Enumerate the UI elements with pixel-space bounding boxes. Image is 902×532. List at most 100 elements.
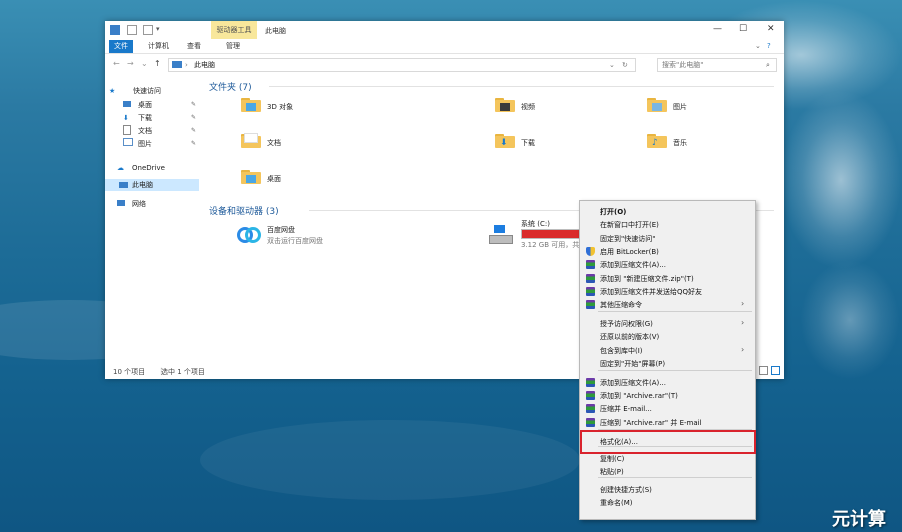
maximize-button[interactable]: ☐ xyxy=(739,24,747,34)
devices-section-header[interactable]: 设备和驱动器 (3) xyxy=(209,204,279,217)
back-icon[interactable]: ← xyxy=(113,59,120,68)
device-name-c-drive[interactable]: 系统 (C:) xyxy=(521,219,550,229)
explorer-app-icon xyxy=(110,25,120,35)
menu-item-add-to-zip[interactable]: 添加到 "新建压缩文件.zip"(T) xyxy=(580,272,755,285)
menu-item-add-to-archive[interactable]: 添加到压缩文件(A)... xyxy=(580,258,755,271)
new-folder-icon[interactable] xyxy=(143,25,153,35)
address-field[interactable]: › 此电脑 ⌄ ↻ xyxy=(168,58,636,72)
search-input[interactable]: 搜索"此电脑" ⌕ xyxy=(657,58,777,72)
winrar-icon xyxy=(586,300,595,309)
up-icon[interactable]: ↑ xyxy=(154,59,161,68)
menu-item-open[interactable]: 打开(O) xyxy=(580,205,755,218)
menu-item-rename[interactable]: 重命名(M) xyxy=(580,496,755,509)
section-divider xyxy=(269,86,774,87)
sidebar-label: 图片 xyxy=(138,140,152,148)
sidebar-item-pictures[interactable]: 图片 ✎ xyxy=(123,138,199,150)
sidebar-item-network[interactable]: 网络 xyxy=(117,198,199,210)
folder-label-3d-objects[interactable]: 3D 对象 xyxy=(267,102,293,112)
context-menu: 打开(O) 在新窗口中打开(E) 固定到"快速访问" 启用 BitLocker(B) 添… xyxy=(579,200,756,520)
baidu-netdisk-icon xyxy=(235,223,261,245)
search-icon: ⌕ xyxy=(766,61,770,69)
pin-icon: ✎ xyxy=(191,127,197,134)
pin-icon: ✎ xyxy=(191,114,197,121)
menu-item-label: 其他压缩命令 xyxy=(600,301,642,309)
picture-icon xyxy=(123,138,133,146)
folder-label-videos[interactable]: 视频 xyxy=(521,102,535,112)
menu-item-include-library[interactable]: 包含到库中(I) › xyxy=(580,344,755,357)
menu-item-pin-start[interactable]: 固定到"开始"屏幕(P) xyxy=(580,357,755,370)
tab-view[interactable]: 查看 xyxy=(187,40,201,53)
menu-item-give-access[interactable]: 授予访问权限(G) › xyxy=(580,317,755,330)
menu-item-restore-versions[interactable]: 还原以前的版本(V) xyxy=(580,330,755,343)
document-icon xyxy=(123,125,131,135)
menu-item-label: 压缩并 E-mail... xyxy=(600,405,652,413)
menu-item-compress-rar-email[interactable]: 压缩到 "Archive.rar" 并 E-mail xyxy=(580,416,755,429)
sidebar-item-quick-access[interactable]: ★ 快速访问 xyxy=(109,85,199,97)
menu-item-label: 在新窗口中打开(E) xyxy=(600,221,659,229)
menu-item-label: 打开(O) xyxy=(600,208,627,216)
folder-label-pictures[interactable]: 图片 xyxy=(673,102,687,112)
menu-item-add-archive-rar[interactable]: 添加到 "Archive.rar"(T) xyxy=(580,389,755,402)
breadcrumb-chevron-icon: › xyxy=(185,61,188,69)
drive-tools-tab[interactable]: 驱动器工具 xyxy=(211,21,257,39)
folders-section-header[interactable]: 文件夹 (7) xyxy=(209,80,252,93)
menu-item-pin-quick-access[interactable]: 固定到"快速访问" xyxy=(580,232,755,245)
menu-item-enable-bitlocker[interactable]: 启用 BitLocker(B) xyxy=(580,245,755,258)
folder-label-desktop[interactable]: 桌面 xyxy=(267,174,281,184)
sidebar-item-this-pc[interactable]: 此电脑 xyxy=(105,179,199,191)
sidebar-item-onedrive[interactable]: ☁ OneDrive xyxy=(117,162,199,174)
menu-item-label: 还原以前的版本(V) xyxy=(600,333,660,341)
menu-item-create-shortcut[interactable]: 创建快捷方式(S) xyxy=(580,483,755,496)
winrar-icon xyxy=(586,378,595,387)
ribbon-expand-icon[interactable]: ⌄ xyxy=(755,40,761,53)
computer-icon xyxy=(172,61,182,68)
submenu-arrow-icon: › xyxy=(741,299,745,308)
help-icon[interactable]: ? xyxy=(767,40,771,53)
close-button[interactable]: ✕ xyxy=(767,24,775,34)
sidebar-item-downloads[interactable]: ⬇ 下载 ✎ xyxy=(123,112,199,124)
refresh-icon[interactable]: ↻ xyxy=(622,59,628,71)
device-name-baidu[interactable]: 百度网盘 xyxy=(267,225,295,235)
large-icons-view-icon[interactable] xyxy=(771,366,780,375)
recent-dropdown-icon[interactable]: ⌄ xyxy=(141,59,148,68)
menu-item-compress-email[interactable]: 压缩并 E-mail... xyxy=(580,402,755,415)
folder-label-music[interactable]: 音乐 xyxy=(673,138,687,148)
menu-item-label: 复制(C) xyxy=(600,455,625,463)
watermark: 元计算 xyxy=(832,509,886,530)
sidebar-item-desktop[interactable]: 桌面 ✎ xyxy=(123,99,199,111)
menu-item-label: 授予访问权限(G) xyxy=(600,320,653,328)
3d-objects-folder-icon xyxy=(241,97,261,112)
sidebar-label: 文档 xyxy=(138,127,152,135)
navigation-pane: ★ 快速访问 桌面 ✎ ⬇ 下载 ✎ 文档 ✎ 图片 ✎ ☁ OneDrive xyxy=(105,77,199,357)
menu-separator xyxy=(598,370,752,371)
details-view-icon[interactable] xyxy=(759,366,768,375)
quick-access-dropdown-icon[interactable]: ▾ xyxy=(156,25,166,35)
winrar-icon xyxy=(586,418,595,427)
tab-file[interactable]: 文件 xyxy=(109,40,133,53)
folder-label-documents[interactable]: 文档 xyxy=(267,138,281,148)
menu-item-open-new-window[interactable]: 在新窗口中打开(E) xyxy=(580,218,755,231)
sidebar-item-documents[interactable]: 文档 ✎ xyxy=(123,125,199,137)
menu-separator xyxy=(598,311,752,312)
winrar-icon xyxy=(586,287,595,296)
forward-icon[interactable]: → xyxy=(127,59,134,68)
device-sub-baidu: 双击运行百度网盘 xyxy=(267,237,323,245)
ribbon-tabs: 文件 计算机 查看 管理 ? ⌄ xyxy=(105,39,784,54)
menu-item-label: 粘贴(P) xyxy=(600,468,624,476)
folder-label-downloads[interactable]: 下载 xyxy=(521,138,535,148)
sidebar-label: 快速访问 xyxy=(133,87,161,95)
address-bar-row: ← → ⌄ ↑ › 此电脑 ⌄ ↻ 搜索"此电脑" ⌕ xyxy=(105,54,784,74)
menu-item-label: 添加到压缩文件并发送给QQ好友 xyxy=(600,288,703,296)
desktop-icon xyxy=(123,101,131,107)
properties-icon[interactable] xyxy=(127,25,137,35)
minimize-button[interactable]: — xyxy=(713,24,722,34)
menu-item-add-to-archive-rar[interactable]: 添加到压缩文件(A)... xyxy=(580,376,755,389)
format-highlight-box xyxy=(580,430,756,454)
address-dropdown-icon[interactable]: ⌄ xyxy=(609,59,615,71)
tab-manage[interactable]: 管理 xyxy=(226,40,240,53)
breadcrumb: 此电脑 xyxy=(194,61,215,69)
menu-item-label: 添加到 "Archive.rar"(T) xyxy=(600,392,678,400)
menu-item-add-archive-send-qq[interactable]: 添加到压缩文件并发送给QQ好友 xyxy=(580,285,755,298)
menu-item-more-compress[interactable]: 其他压缩命令 › xyxy=(580,298,755,311)
tab-computer[interactable]: 计算机 xyxy=(148,40,169,53)
